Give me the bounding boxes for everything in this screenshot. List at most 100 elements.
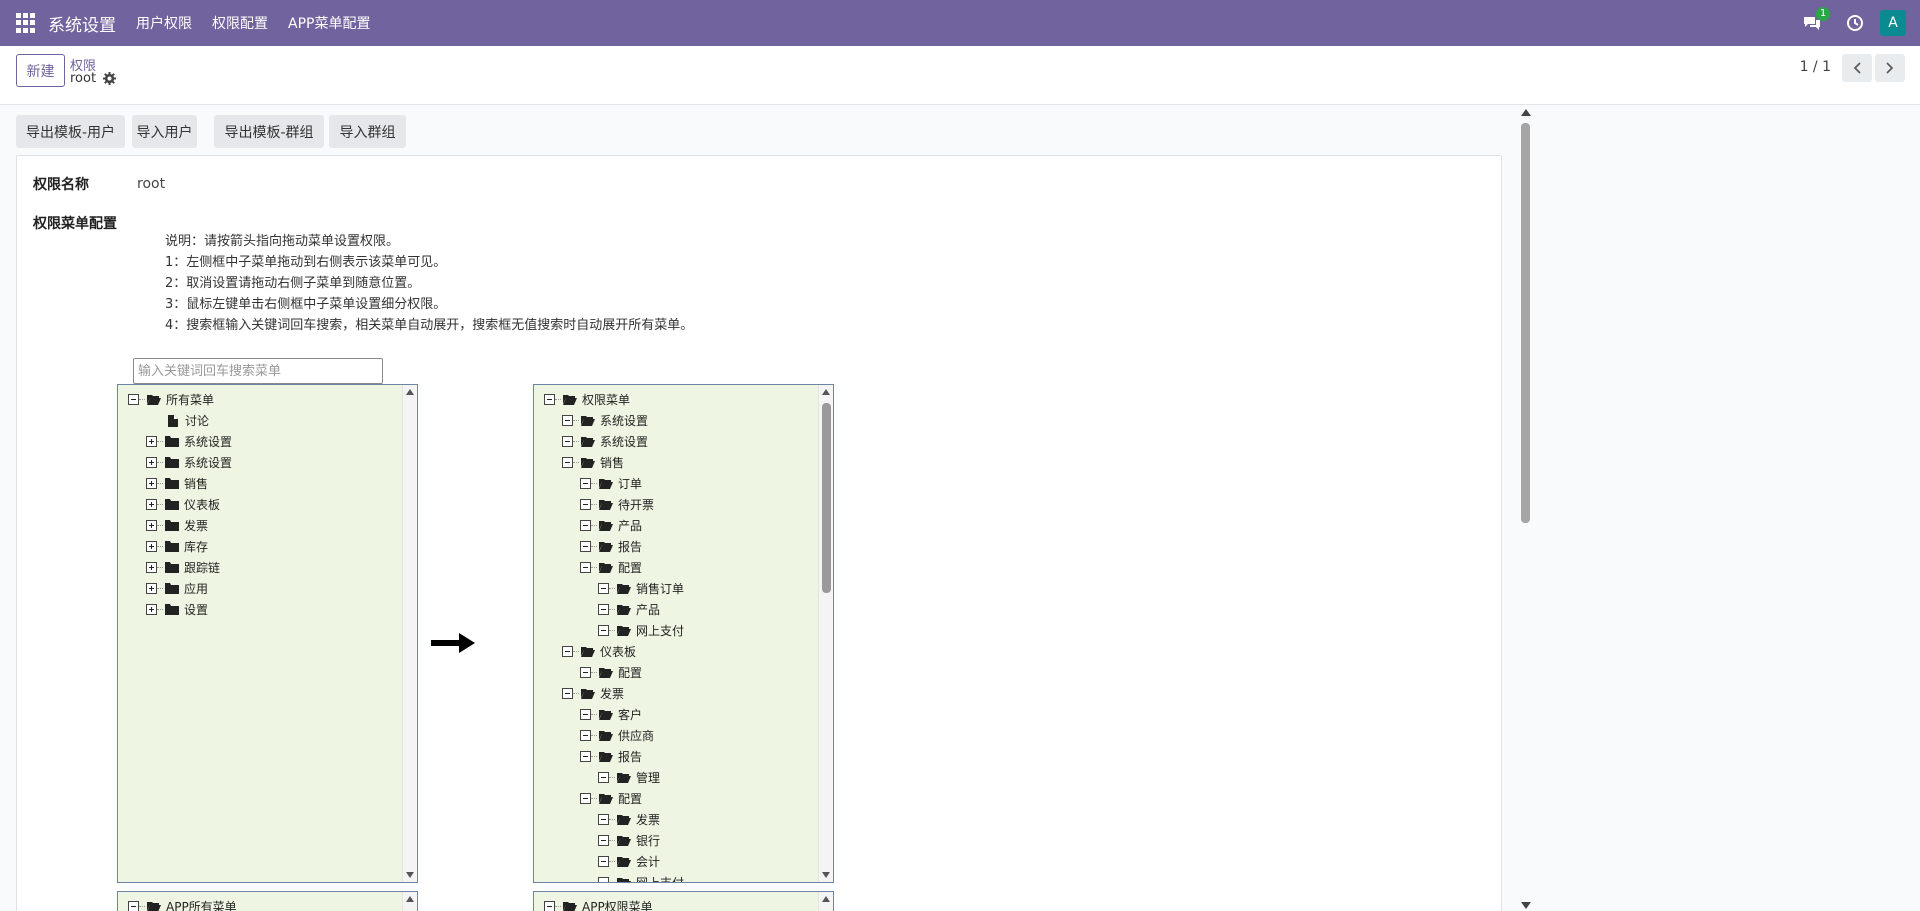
collapse-toggle-icon[interactable] xyxy=(580,562,591,573)
gear-icon[interactable] xyxy=(103,72,116,85)
pager-value[interactable]: 1 / 1 xyxy=(1800,59,1831,75)
collapse-toggle-icon[interactable] xyxy=(562,436,573,447)
collapse-toggle-icon[interactable] xyxy=(562,688,573,699)
tree-node[interactable]: 订单 xyxy=(580,475,642,492)
tree-node[interactable]: 供应商 xyxy=(580,727,654,744)
collapse-toggle-icon[interactable] xyxy=(580,709,591,720)
page-scrollbar[interactable] xyxy=(1518,105,1534,911)
tree-node[interactable]: 报告 xyxy=(580,538,642,555)
collapse-toggle-icon[interactable] xyxy=(128,394,139,405)
tree-scrollbar[interactable] xyxy=(818,385,833,882)
expand-toggle-icon[interactable] xyxy=(146,583,157,594)
tree-node[interactable]: 配置 xyxy=(580,559,642,576)
tree-node[interactable]: 发票 xyxy=(562,685,624,702)
tree-node[interactable]: 产品 xyxy=(580,517,642,534)
new-button[interactable]: 新建 xyxy=(16,54,65,87)
tree-node[interactable]: 配置 xyxy=(580,790,642,807)
import-users-button[interactable]: 导入用户 xyxy=(132,115,197,148)
tree-node[interactable]: 发票 xyxy=(146,517,208,534)
pager-next-button[interactable] xyxy=(1875,54,1905,82)
menu-app-menu-config[interactable]: APP菜单配置 xyxy=(288,13,370,33)
tree-node[interactable]: 系统设置 xyxy=(562,433,648,450)
collapse-toggle-icon[interactable] xyxy=(562,457,573,468)
tree-node[interactable]: 讨论 xyxy=(164,412,209,429)
activity-clock-icon[interactable] xyxy=(1846,14,1864,32)
tree-node-root[interactable]: 权限菜单 xyxy=(544,391,630,408)
collapse-toggle-icon[interactable] xyxy=(580,751,591,762)
collapse-toggle-icon[interactable] xyxy=(598,604,609,615)
collapse-toggle-icon[interactable] xyxy=(598,814,609,825)
tree-node-root[interactable]: 所有菜单 xyxy=(128,391,214,408)
expand-toggle-icon[interactable] xyxy=(146,541,157,552)
all-menus-tree[interactable]: 所有菜单 讨论 系统设置 系统设置 销售 仪表板 发票 库存 跟踪链 应用 设置 xyxy=(117,384,418,883)
tree-node[interactable]: 销售 xyxy=(562,454,624,471)
app-all-menus-tree[interactable]: APP所有菜单 xyxy=(117,891,418,911)
permission-name-value[interactable]: root xyxy=(137,176,165,192)
expand-toggle-icon[interactable] xyxy=(146,436,157,447)
menu-user-permissions[interactable]: 用户权限 xyxy=(136,13,192,33)
collapse-toggle-icon[interactable] xyxy=(544,394,555,405)
tree-node[interactable]: 应用 xyxy=(146,580,208,597)
expand-toggle-icon[interactable] xyxy=(146,562,157,573)
collapse-toggle-icon[interactable] xyxy=(580,541,591,552)
expand-toggle-icon[interactable] xyxy=(146,478,157,489)
user-avatar[interactable]: A xyxy=(1880,10,1906,36)
tree-node[interactable]: 会计 xyxy=(598,853,660,870)
expand-toggle-icon[interactable] xyxy=(146,520,157,531)
expand-toggle-icon[interactable] xyxy=(146,457,157,468)
import-groups-button[interactable]: 导入群组 xyxy=(329,115,406,148)
apps-grid-icon[interactable] xyxy=(16,13,36,33)
collapse-toggle-icon[interactable] xyxy=(580,478,591,489)
collapse-toggle-icon[interactable] xyxy=(562,646,573,657)
tree-scrollbar[interactable] xyxy=(818,892,833,911)
collapse-toggle-icon[interactable] xyxy=(562,415,573,426)
collapse-toggle-icon[interactable] xyxy=(580,520,591,531)
tree-node[interactable]: 报告 xyxy=(580,748,642,765)
tree-node[interactable]: 待开票 xyxy=(580,496,654,513)
expand-toggle-icon[interactable] xyxy=(146,499,157,510)
export-user-template-button[interactable]: 导出模板-用户 xyxy=(16,115,125,148)
tree-node[interactable]: 系统设置 xyxy=(146,433,232,450)
export-group-template-button[interactable]: 导出模板-群组 xyxy=(214,115,324,148)
collapse-toggle-icon[interactable] xyxy=(598,877,609,882)
collapse-toggle-icon[interactable] xyxy=(580,793,591,804)
collapse-toggle-icon[interactable] xyxy=(544,901,555,911)
collapse-toggle-icon[interactable] xyxy=(598,625,609,636)
tree-node[interactable]: 配置 xyxy=(580,664,642,681)
collapse-toggle-icon[interactable] xyxy=(580,667,591,678)
collapse-toggle-icon[interactable] xyxy=(128,901,139,911)
tree-node[interactable]: 发票 xyxy=(598,811,660,828)
messages-icon[interactable]: 1 xyxy=(1802,7,1830,31)
tree-node-root[interactable]: APP权限菜单 xyxy=(544,898,653,911)
app-permission-menus-tree[interactable]: APP权限菜单 xyxy=(533,891,834,911)
tree-node[interactable]: 销售订单 xyxy=(598,580,684,597)
tree-node[interactable]: 库存 xyxy=(146,538,208,555)
pager-previous-button[interactable] xyxy=(1842,54,1872,82)
tree-node[interactable]: 网上支付 xyxy=(598,622,684,639)
tree-node[interactable]: 系统设置 xyxy=(562,412,648,429)
tree-node-root[interactable]: APP所有菜单 xyxy=(128,898,237,911)
app-title[interactable]: 系统设置 xyxy=(48,11,116,36)
collapse-toggle-icon[interactable] xyxy=(598,835,609,846)
tree-node[interactable]: 银行 xyxy=(598,832,660,849)
tree-node[interactable]: 网上支付 xyxy=(598,874,684,882)
menu-permission-config[interactable]: 权限配置 xyxy=(212,13,268,33)
tree-node[interactable]: 跟踪链 xyxy=(146,559,220,576)
tree-node[interactable]: 管理 xyxy=(598,769,660,786)
tree-scrollbar[interactable] xyxy=(402,892,417,911)
tree-node[interactable]: 产品 xyxy=(598,601,660,618)
tree-node[interactable]: 客户 xyxy=(580,706,642,723)
collapse-toggle-icon[interactable] xyxy=(598,772,609,783)
tree-node[interactable]: 系统设置 xyxy=(146,454,232,471)
tree-node[interactable]: 仪表板 xyxy=(562,643,636,660)
expand-toggle-icon[interactable] xyxy=(146,604,157,615)
collapse-toggle-icon[interactable] xyxy=(580,499,591,510)
collapse-toggle-icon[interactable] xyxy=(598,583,609,594)
collapse-toggle-icon[interactable] xyxy=(598,856,609,867)
permission-menus-tree[interactable]: 权限菜单 系统设置 系统设置 销售 订单 待开票 产品 报告 配置 销售订单 产… xyxy=(533,384,834,883)
tree-node[interactable]: 销售 xyxy=(146,475,208,492)
tree-node[interactable]: 设置 xyxy=(146,601,208,618)
tree-scrollbar[interactable] xyxy=(402,385,417,882)
collapse-toggle-icon[interactable] xyxy=(580,730,591,741)
menu-search-input[interactable] xyxy=(133,358,383,384)
